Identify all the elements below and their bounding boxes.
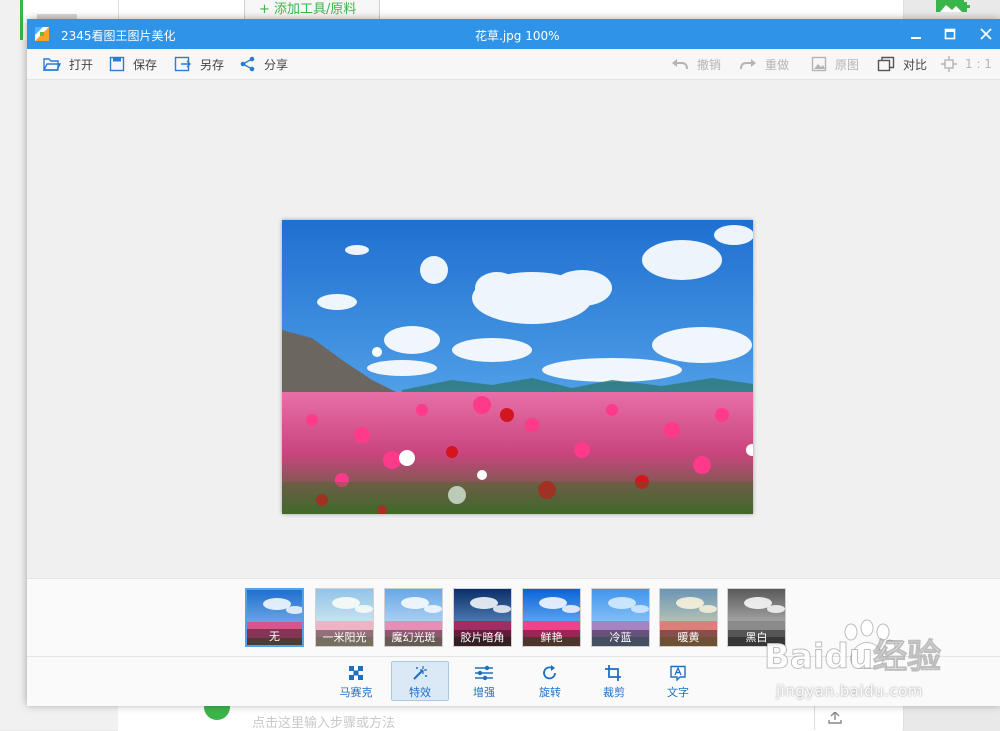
app-name: 2345看图王图片美化 — [61, 29, 176, 43]
image-canvas[interactable] — [27, 80, 1000, 578]
undo-icon — [672, 59, 688, 70]
filter-thumb-label: 暖黄 — [660, 630, 717, 646]
maximize-button[interactable] — [939, 23, 961, 45]
filter-thumb-label: 胶片暗角 — [454, 630, 511, 646]
background-photo-add-icon — [930, 0, 974, 16]
original-image-label: 原图 — [835, 57, 860, 72]
background-step-input[interactable]: 点击这里输入步骤或方法 — [252, 712, 395, 731]
tool-crop[interactable]: 裁剪 — [585, 661, 643, 701]
filter-thumb-label: 魔幻光斑 — [385, 630, 442, 646]
tool-crop-label: 裁剪 — [603, 686, 625, 699]
filter-thumb-label: 冷蓝 — [592, 630, 649, 646]
save-button[interactable]: 保存 — [109, 49, 157, 79]
flower-field-photo — [282, 220, 753, 514]
save-as-button[interactable]: 另存 — [174, 49, 224, 79]
compare-button[interactable]: 对比 — [877, 49, 927, 79]
original-image-button[interactable]: 原图 — [811, 49, 859, 79]
mosaic-icon — [349, 666, 363, 680]
sliders-icon — [475, 665, 493, 681]
close-icon — [980, 28, 992, 40]
save-as-icon — [174, 56, 191, 72]
filter-thumb[interactable]: 胶片暗角 — [453, 588, 512, 647]
magic-wand-icon — [413, 666, 427, 680]
top-toolbar: 打开 保存 另存 分享 撤销 重做 原图 对比 1: 1 — [27, 49, 1000, 80]
background-add-tool-button[interactable]: + 添加工具/原料 — [244, 0, 380, 20]
filter-thumb[interactable]: 无 — [245, 588, 304, 647]
text-icon — [670, 665, 686, 681]
share-icon — [240, 56, 255, 72]
open-button[interactable]: 打开 — [43, 49, 93, 79]
minimize-button[interactable] — [905, 23, 927, 45]
compare-label: 对比 — [903, 57, 928, 72]
filter-thumb[interactable]: 魔幻光斑 — [384, 588, 443, 647]
undo-button[interactable]: 撤销 — [671, 49, 721, 79]
tool-text-label: 文字 — [667, 686, 689, 699]
filter-thumb[interactable]: 冷蓝 — [591, 588, 650, 647]
tool-effects[interactable]: 特效 — [391, 661, 449, 701]
crop-icon — [605, 665, 621, 681]
tool-enhance-label: 增强 — [473, 686, 495, 699]
redo-button[interactable]: 重做 — [739, 49, 789, 79]
actual-size-button[interactable]: 1 : 1 — [941, 49, 992, 79]
tool-mosaic[interactable]: 马赛克 — [327, 661, 385, 701]
undo-label: 撤销 — [697, 57, 722, 72]
baidu-jingyan-watermark: Baidu经验 jingyan.baidu.com — [764, 618, 1000, 712]
close-button[interactable] — [975, 23, 997, 45]
filter-thumb-label: 一米阳光 — [316, 630, 373, 646]
watermark-brand: Baidu经验 — [764, 637, 941, 677]
actual-size-label: 1 : 1 — [965, 57, 992, 71]
open-label: 打开 — [69, 57, 94, 72]
filter-thumb[interactable]: 鲜艳 — [522, 588, 581, 647]
maximize-icon — [944, 28, 956, 40]
redo-label: 重做 — [765, 57, 790, 72]
redo-icon — [740, 59, 756, 70]
tool-rotate-label: 旋转 — [539, 686, 561, 699]
compare-icon — [877, 56, 895, 72]
tool-enhance[interactable]: 增强 — [455, 661, 513, 701]
fit-size-icon — [941, 56, 957, 72]
tool-effects-label: 特效 — [409, 686, 431, 699]
filter-thumb[interactable]: 一米阳光 — [315, 588, 374, 647]
share-button[interactable]: 分享 — [240, 49, 288, 79]
image-editor-window: 2345看图王图片美化 花草.jpg 100% 打开 保存 另存 分享 撤销 重… — [27, 19, 1000, 706]
share-label: 分享 — [264, 57, 289, 72]
folder-open-icon — [43, 58, 61, 71]
filter-thumb[interactable]: 暖黄 — [659, 588, 718, 647]
app-logo-icon — [35, 27, 49, 41]
tool-mosaic-label: 马赛克 — [339, 686, 373, 699]
save-icon — [109, 56, 125, 72]
image-icon — [811, 56, 827, 72]
filter-thumb-label: 无 — [247, 629, 302, 645]
tool-text[interactable]: 文字 — [649, 661, 707, 701]
background-upload-icon[interactable] — [828, 711, 842, 724]
window-titlebar[interactable]: 2345看图王图片美化 花草.jpg 100% — [27, 19, 1000, 49]
save-label: 保存 — [133, 57, 158, 72]
save-as-label: 另存 — [200, 57, 225, 72]
baidu-watermark-logo: Baidu经验 — [764, 619, 942, 678]
minimize-icon — [911, 37, 921, 39]
watermark-url: jingyan.baidu.com — [776, 682, 923, 700]
file-title: 花草.jpg 100% — [475, 29, 560, 43]
filter-thumb-label: 鲜艳 — [523, 630, 580, 646]
rotate-icon — [543, 665, 556, 680]
tool-rotate[interactable]: 旋转 — [521, 661, 579, 701]
